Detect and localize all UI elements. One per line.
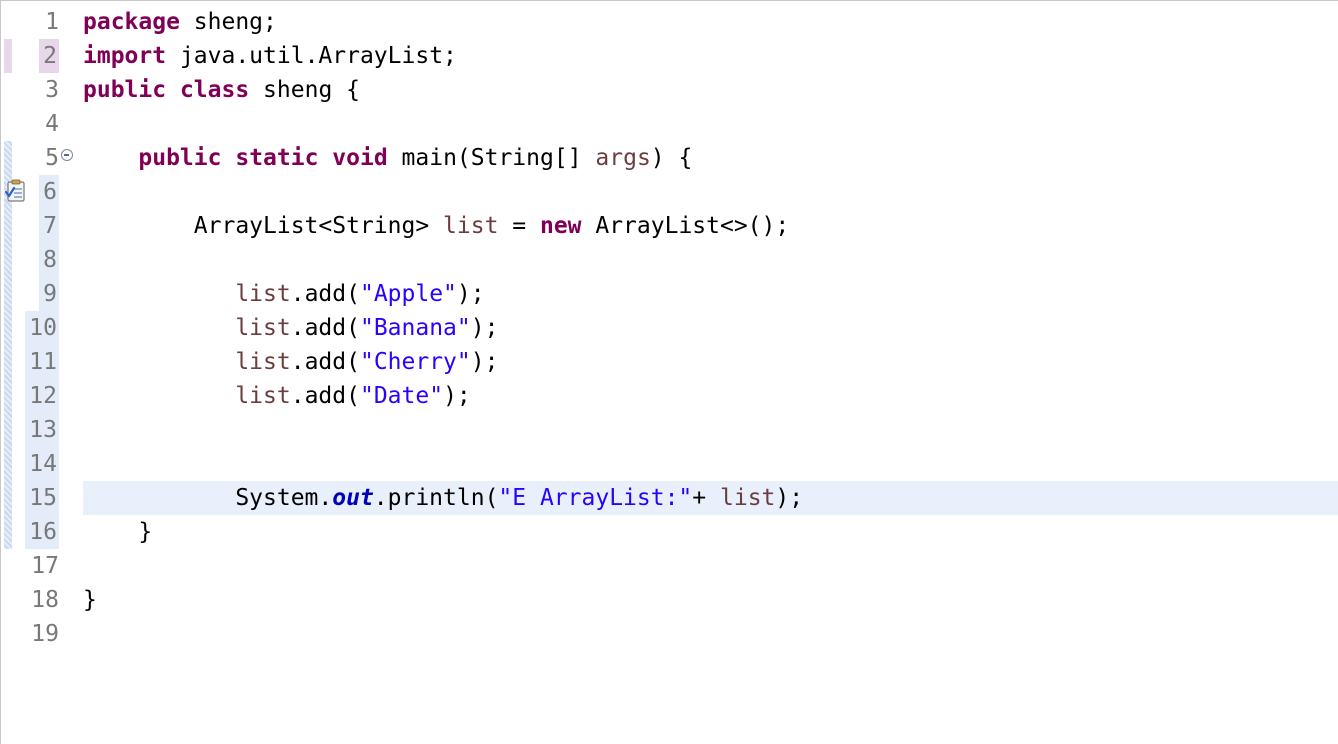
line-number-4: 4: [45, 111, 59, 137]
code-line-8[interactable]: 8: [1, 243, 1338, 277]
code-text-12: list.add("Date");: [235, 383, 471, 409]
code-line-13[interactable]: 13: [1, 413, 1338, 447]
edit-ruler-marker: [4, 39, 12, 73]
code-line-15[interactable]: 15 System.out.println("E ArrayList:"+ li…: [1, 481, 1338, 515]
code-text-11: list.add("Cherry");: [235, 349, 499, 375]
code-line-19[interactable]: 19: [1, 617, 1338, 651]
code-line-16[interactable]: 16 }: [1, 515, 1338, 549]
line-number-17: 17: [31, 553, 59, 579]
code-line-6[interactable]: 6: [1, 175, 1338, 209]
code-line-12[interactable]: 12 list.add("Date");: [1, 379, 1338, 413]
code-line-2[interactable]: 2 import java.util.ArrayList;: [1, 39, 1338, 73]
collapse-minus-icon[interactable]: [61, 149, 73, 161]
code-text-9: list.add("Apple");: [235, 281, 485, 307]
code-line-11[interactable]: 11 list.add("Cherry");: [1, 345, 1338, 379]
code-line-3[interactable]: 3 public class sheng {: [1, 73, 1338, 107]
code-text-3: public class sheng {: [83, 77, 360, 103]
line-number-6: 6: [39, 175, 59, 209]
change-ruler-marker: [4, 277, 12, 311]
line-number-16: 16: [25, 515, 59, 549]
line-number-13: 13: [25, 413, 59, 447]
line-number-2: 2: [39, 39, 59, 73]
change-ruler-marker: [4, 413, 12, 447]
code-text-15: System.out.println("E ArrayList:"+ list)…: [83, 485, 804, 511]
code-text-16: }: [83, 519, 153, 545]
code-editor[interactable]: 1 package sheng; 2 import java.util.Arra…: [0, 0, 1338, 744]
code-line-10[interactable]: 10 list.add("Banana");: [1, 311, 1338, 345]
change-ruler-marker: [4, 447, 12, 481]
line-number-3: 3: [45, 77, 59, 103]
code-text-7: ArrayList<String> list = new ArrayList<>…: [83, 213, 790, 239]
line-number-5: 5: [45, 145, 59, 171]
change-ruler-marker: [4, 141, 12, 175]
code-line-5[interactable]: 5 public static void main(String[] args)…: [1, 141, 1338, 175]
code-line-4[interactable]: 4: [1, 107, 1338, 141]
code-text-10: list.add("Banana");: [235, 315, 499, 341]
code-text-2: import java.util.ArrayList;: [83, 43, 457, 69]
line-number-11: 11: [25, 345, 59, 379]
change-ruler-marker: [4, 345, 12, 379]
change-ruler-marker: [4, 379, 12, 413]
line-number-7: 7: [39, 209, 59, 243]
code-text-5: public static void main(String[] args) {: [138, 145, 693, 171]
change-ruler-marker: [4, 311, 12, 345]
line-number-12: 12: [25, 379, 59, 413]
line-number-19: 19: [31, 621, 59, 647]
change-ruler-marker: [4, 481, 12, 515]
task-clipboard-icon[interactable]: [5, 179, 27, 203]
line-number-8: 8: [39, 243, 59, 277]
code-line-14[interactable]: 14: [1, 447, 1338, 481]
line-number-9: 9: [39, 277, 59, 311]
line-number-1: 1: [45, 9, 59, 35]
change-ruler-marker: [4, 209, 12, 243]
code-line-17[interactable]: 17: [1, 549, 1338, 583]
change-ruler-marker: [4, 243, 12, 277]
code-line-18[interactable]: 18 }: [1, 583, 1338, 617]
code-text-18: }: [83, 587, 97, 613]
change-ruler-marker: [4, 515, 12, 549]
line-number-14: 14: [25, 447, 59, 481]
code-text-1: package sheng;: [83, 9, 277, 35]
line-number-10: 10: [25, 311, 59, 345]
code-line-1[interactable]: 1 package sheng;: [1, 5, 1338, 39]
line-number-15: 15: [25, 481, 59, 515]
line-number-18: 18: [31, 587, 59, 613]
code-line-9[interactable]: 9 list.add("Apple");: [1, 277, 1338, 311]
code-line-7[interactable]: 7 ArrayList<String> list = new ArrayList…: [1, 209, 1338, 243]
